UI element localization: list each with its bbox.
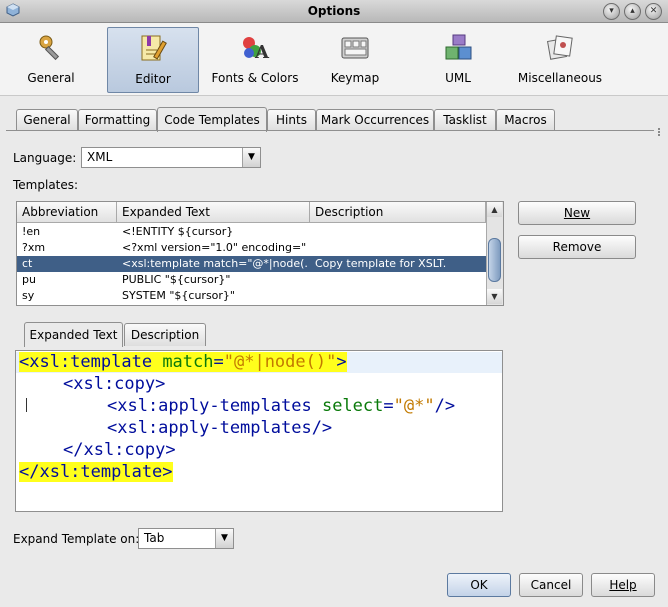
miscellaneous-icon [545, 32, 575, 62]
cell-description: Copy template for XSLT. [315, 257, 447, 270]
cancel-button[interactable]: Cancel [519, 573, 583, 597]
cell-expanded-text: <xsl:template match="@*|node(... [122, 257, 307, 270]
cell-expanded-text: <?xml version="1.0" encoding="... [122, 241, 307, 254]
chevron-down-icon[interactable]: ▼ [242, 148, 260, 167]
expanded-text-editor[interactable]: <xsl:template match="@*|node()"> <xsl:co… [15, 350, 503, 512]
cell-abbreviation: ?xm [22, 241, 46, 254]
svg-text:A: A [254, 42, 270, 62]
scroll-down-icon[interactable]: ▼ [487, 289, 502, 304]
category-uml[interactable]: UML [428, 27, 488, 91]
remove-button[interactable]: Remove [518, 235, 636, 259]
text-cursor-icon [26, 398, 30, 412]
editor-icon [138, 33, 168, 63]
code-line-6: </xsl:template> [19, 462, 173, 482]
cell-expanded-text: SYSTEM "${cursor}" [122, 289, 235, 302]
column-header-abbreviation[interactable]: Abbreviation [17, 202, 117, 223]
code-line-5: </xsl:copy> [63, 440, 176, 460]
table-row-selected[interactable]: ct <xsl:template match="@*|node(... Copy… [17, 256, 486, 272]
code-line-4: <xsl:apply-templates/> [107, 418, 333, 438]
code-line-2: <xsl:copy> [63, 374, 166, 394]
category-general[interactable]: General [14, 27, 88, 91]
category-editor[interactable]: Editor [107, 27, 199, 93]
tab-mark-occurrences[interactable]: Mark Occurrences [316, 109, 434, 131]
code-line-1: <xsl:template match="@*|node()"> [19, 352, 347, 372]
tab-hints[interactable]: Hints [267, 109, 316, 131]
category-miscellaneous[interactable]: Miscellaneous [514, 27, 606, 91]
maximize-button[interactable]: ▴ [624, 3, 641, 20]
expand-on-value: Tab [144, 531, 165, 545]
table-row[interactable]: ?xm <?xml version="1.0" encoding="... [17, 240, 486, 256]
table-row[interactable]: sy SYSTEM "${cursor}" [17, 288, 486, 304]
templates-label: Templates: [13, 178, 79, 192]
expand-on-combo[interactable]: Tab ▼ [138, 528, 234, 549]
column-header-expanded-text[interactable]: Expanded Text [117, 202, 310, 223]
scrollbar-thumb[interactable] [488, 238, 501, 282]
cell-abbreviation: !en [22, 225, 41, 238]
ok-button[interactable]: OK [447, 573, 511, 597]
table-scrollbar[interactable]: ▲ ▼ [486, 202, 503, 305]
cell-abbreviation: pu [22, 273, 36, 286]
tab-formatting[interactable]: Formatting [78, 109, 157, 131]
tab-tasklist[interactable]: Tasklist [434, 109, 496, 131]
category-toolbar: General Editor A Fonts & Colors Keymap U… [0, 23, 668, 96]
table-row[interactable]: pu PUBLIC "${cursor}" [17, 272, 486, 288]
scroll-up-icon[interactable]: ▲ [487, 202, 502, 217]
templates-table[interactable]: Abbreviation Expanded Text Description !… [16, 201, 504, 306]
fonts-colors-icon: A [240, 32, 270, 63]
uml-icon [443, 32, 473, 62]
tab-macros[interactable]: Macros [496, 109, 555, 131]
category-fonts-colors[interactable]: A Fonts & Colors [211, 27, 299, 91]
window-title: Options [307, 4, 361, 18]
general-icon [36, 32, 66, 62]
subtab-description[interactable]: Description [124, 323, 206, 346]
title-bar: Options ▾ ▴ ✕ [0, 0, 668, 23]
language-label: Language: [13, 151, 77, 165]
minimize-button[interactable]: ▾ [603, 3, 620, 20]
expand-on-label: Expand Template on: [13, 532, 140, 546]
help-button[interactable]: Help [591, 573, 655, 597]
category-keymap[interactable]: Keymap [325, 27, 385, 91]
tab-divider [6, 130, 654, 131]
tab-general[interactable]: General [16, 109, 78, 131]
cell-expanded-text: <!ENTITY ${cursor} [122, 225, 234, 238]
chevron-down-icon[interactable]: ▼ [215, 529, 233, 548]
new-button[interactable]: New [518, 201, 636, 225]
table-row[interactable]: !en <!ENTITY ${cursor} [17, 224, 486, 240]
code-line-3: <xsl:apply-templates select="@*"/> [107, 396, 456, 416]
cell-abbreviation: sy [22, 289, 35, 302]
panel-resize-grip[interactable] [658, 128, 666, 136]
tab-code-templates[interactable]: Code Templates [157, 107, 267, 132]
column-header-description[interactable]: Description [310, 202, 486, 223]
language-combo[interactable]: XML ▼ [81, 147, 261, 168]
close-button[interactable]: ✕ [645, 3, 662, 20]
cell-abbreviation: ct [22, 257, 33, 270]
cell-expanded-text: PUBLIC "${cursor}" [122, 273, 231, 286]
keymap-icon [340, 32, 370, 62]
language-value: XML [87, 150, 113, 164]
subtab-expanded-text[interactable]: Expanded Text [24, 322, 123, 347]
